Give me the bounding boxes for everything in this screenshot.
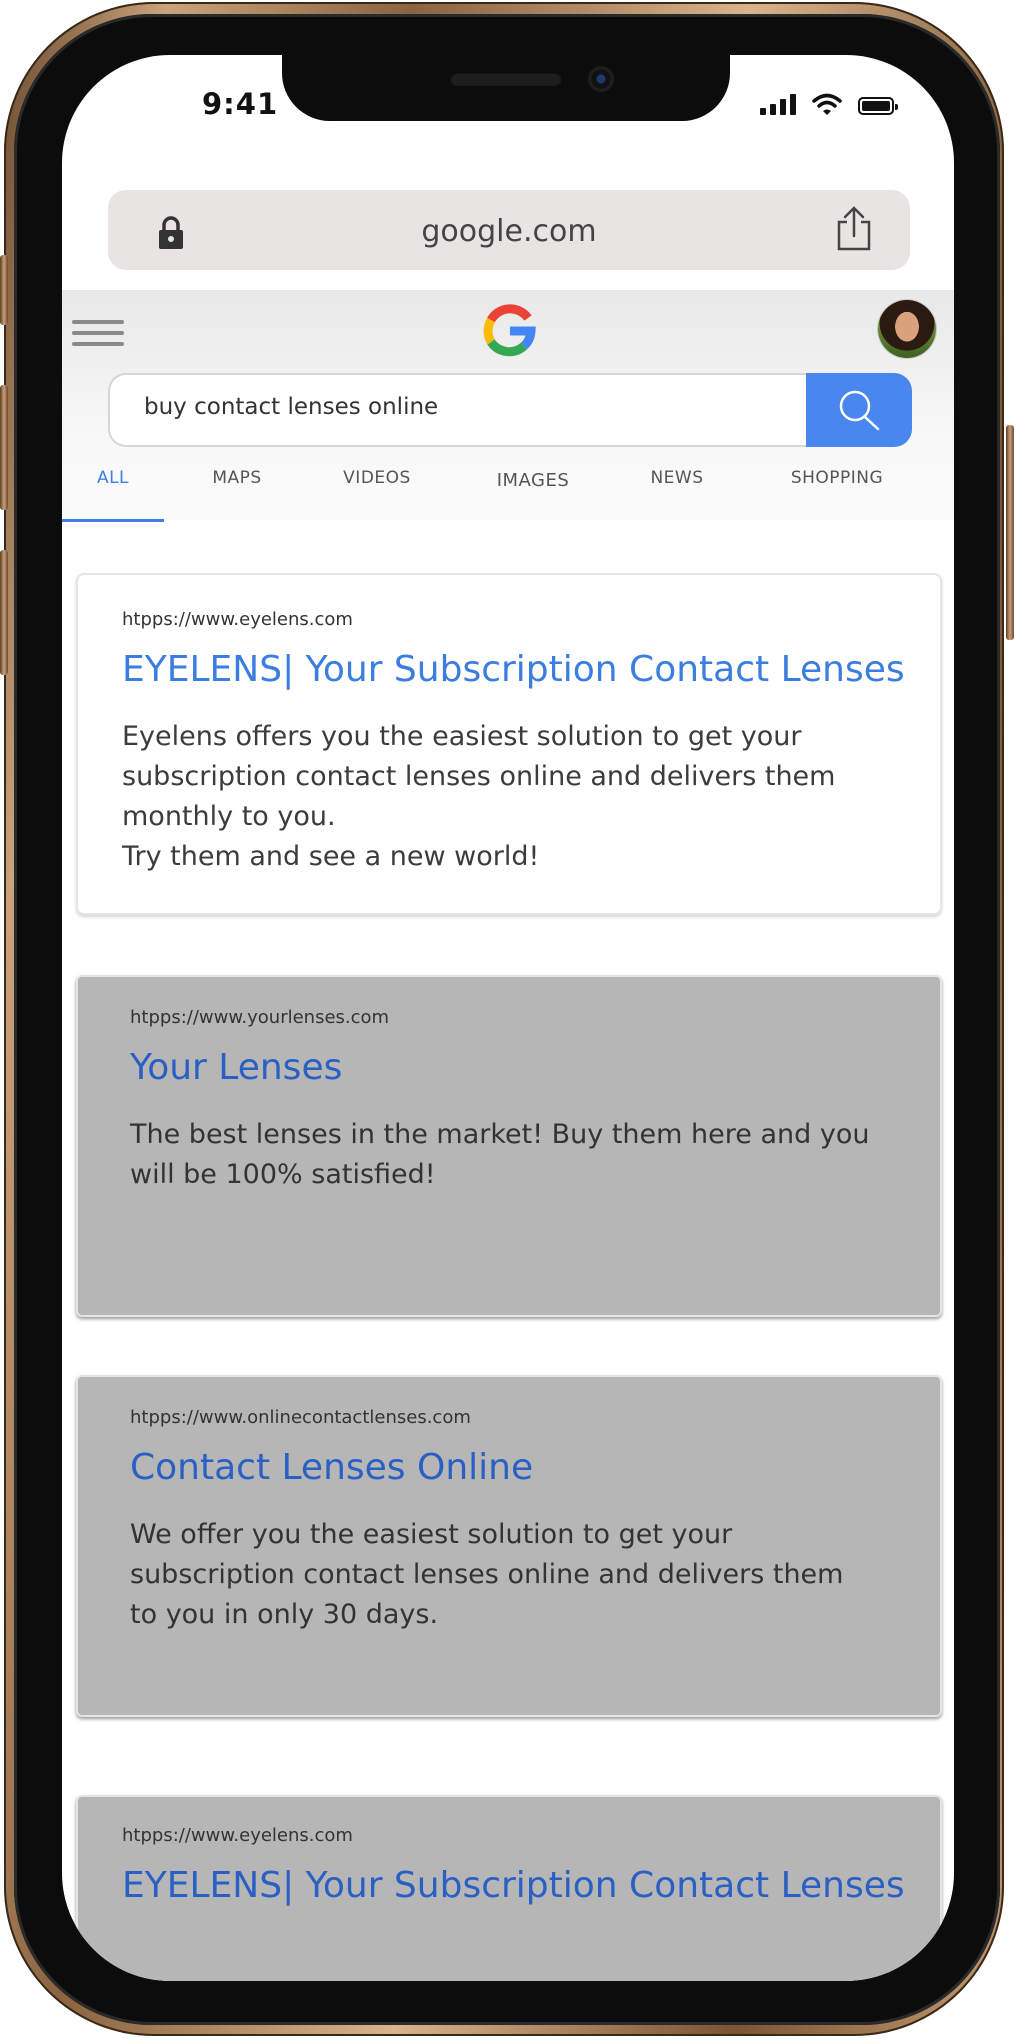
tab-all[interactable]: ALL: [62, 460, 164, 522]
result-url: htpps://www.onlinecontactlenses.com: [130, 1407, 471, 1428]
result-title[interactable]: EYELENS| Your Subscription Contact Lense…: [122, 1865, 905, 1906]
tab-news[interactable]: NEWS: [622, 460, 732, 522]
wifi-icon: [812, 93, 842, 115]
search-button[interactable]: [806, 373, 912, 447]
address-bar[interactable]: google.com: [108, 190, 910, 270]
result-url: htpps://www.eyelens.com: [122, 1825, 353, 1846]
status-icons: [760, 93, 898, 115]
notch: [282, 55, 730, 121]
front-camera: [588, 66, 614, 92]
phone-screen: 9:41 google.com buy contact lenses onlin…: [62, 55, 954, 1981]
share-icon[interactable]: [834, 206, 874, 252]
status-time: 9:41: [202, 87, 279, 121]
google-header: ALL MAPS VIDEOS IMAGES NEWS SHOPPING: [62, 290, 954, 522]
result-url: htpps://www.yourlenses.com: [130, 1007, 390, 1028]
mute-switch: [0, 255, 8, 325]
result-title[interactable]: Your Lenses: [130, 1047, 342, 1088]
search-result[interactable]: htpps://www.eyelens.com EYELENS| Your Su…: [76, 1795, 942, 1981]
result-description: We offer you the easiest solution to get…: [130, 1519, 844, 1630]
search-box[interactable]: [108, 373, 808, 447]
volume-up-button: [0, 385, 8, 510]
tab-videos[interactable]: VIDEOS: [312, 460, 442, 522]
result-title[interactable]: Contact Lenses Online: [130, 1447, 533, 1488]
result-description: The best lenses in the market! Buy them …: [130, 1119, 870, 1190]
signal-icon: [760, 93, 796, 115]
tab-images[interactable]: IMAGES: [462, 460, 604, 522]
result-title[interactable]: EYELENS| Your Subscription Contact Lense…: [122, 649, 905, 690]
result-description: Eyelens offers you the easiest solution …: [122, 721, 836, 872]
user-avatar[interactable]: [878, 300, 936, 358]
menu-icon[interactable]: [72, 320, 124, 353]
search-tabs: ALL MAPS VIDEOS IMAGES NEWS SHOPPING: [62, 460, 954, 522]
tab-shopping[interactable]: SHOPPING: [762, 460, 912, 522]
search-result[interactable]: htpps://www.eyelens.com EYELENS| Your Su…: [76, 573, 942, 915]
volume-down-button: [0, 550, 8, 675]
url-text: google.com: [421, 214, 597, 249]
search-result[interactable]: htpps://www.yourlenses.com Your Lenses T…: [76, 975, 942, 1317]
search-input[interactable]: [142, 393, 746, 421]
speaker: [450, 72, 562, 86]
result-url: htpps://www.eyelens.com: [122, 609, 353, 630]
search-icon: [839, 390, 880, 431]
power-button: [1006, 425, 1014, 640]
search-result[interactable]: htpps://www.onlinecontactlenses.com Cont…: [76, 1375, 942, 1717]
google-logo: [483, 304, 536, 357]
battery-icon: [858, 97, 898, 115]
tab-maps[interactable]: MAPS: [182, 460, 292, 522]
